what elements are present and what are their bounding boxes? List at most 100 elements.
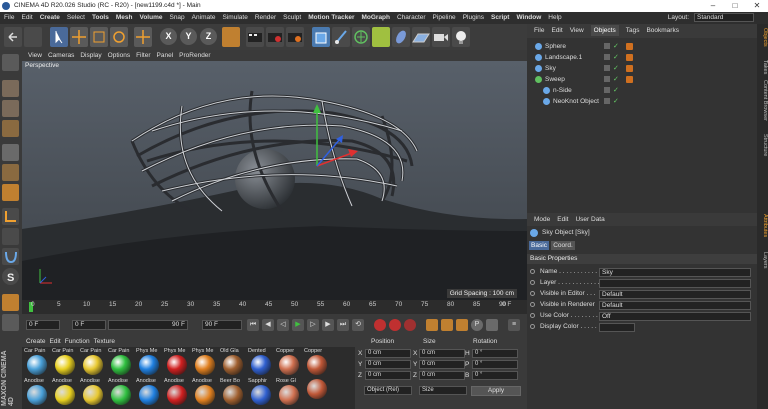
material-swatch[interactable]: Anodise bbox=[24, 378, 50, 406]
layer-swatch[interactable] bbox=[604, 43, 610, 49]
select-icon[interactable] bbox=[50, 27, 68, 47]
minimize-button[interactable]: – bbox=[702, 0, 724, 12]
go-to-end-icon[interactable]: ⏭ bbox=[337, 319, 349, 331]
points-mode-icon[interactable] bbox=[2, 144, 19, 161]
menu-snap[interactable]: Snap bbox=[169, 14, 184, 21]
side-tab-attributes[interactable]: Attributes bbox=[757, 214, 768, 237]
rotation-field[interactable]: 0 ° bbox=[472, 371, 518, 380]
layer-swatch[interactable] bbox=[604, 54, 610, 60]
object-row[interactable]: Sky ✓ bbox=[527, 63, 757, 74]
enabled-check-icon[interactable]: ✓ bbox=[613, 96, 619, 107]
menu-simulate[interactable]: Simulate bbox=[223, 14, 248, 21]
object-menu-tags[interactable]: Tags bbox=[626, 27, 640, 34]
timeline-ruler[interactable]: 0 F 0 5 10 15 20 25 30 35 40 45 50 55 60 65 70 75 80 85 90 bbox=[22, 300, 527, 314]
side-tab-content-browser[interactable]: Content Browser bbox=[757, 80, 768, 121]
size-mode-dropdown[interactable]: Size bbox=[419, 386, 467, 395]
menu-mesh[interactable]: Mesh bbox=[116, 14, 133, 21]
texture-mode-icon[interactable] bbox=[2, 100, 19, 117]
attribute-menu-mode[interactable]: Mode bbox=[534, 216, 550, 223]
floor-icon[interactable] bbox=[412, 27, 430, 47]
cube-icon[interactable] bbox=[312, 27, 330, 47]
scale-key-icon[interactable] bbox=[441, 319, 453, 331]
position-field[interactable]: 0 cm bbox=[365, 360, 411, 369]
preview-end-field[interactable]: 90 F bbox=[108, 320, 188, 330]
layout-selector[interactable]: Layout: Standard bbox=[668, 13, 754, 23]
menu-help[interactable]: Help bbox=[548, 14, 561, 21]
position-field[interactable]: 0 cm bbox=[365, 371, 411, 380]
apply-button[interactable]: Apply bbox=[471, 386, 521, 396]
object-menu-file[interactable]: File bbox=[534, 27, 544, 34]
side-tab-objects[interactable]: Objects bbox=[757, 28, 768, 47]
layer-swatch[interactable] bbox=[604, 98, 610, 104]
animate-toggle-icon[interactable] bbox=[530, 302, 535, 307]
object-row[interactable]: Sphere ✓ bbox=[527, 41, 757, 52]
workplane-lock-icon[interactable] bbox=[2, 294, 19, 311]
material-swatch[interactable]: Phys Me bbox=[164, 348, 190, 376]
solo-icon[interactable]: S bbox=[2, 268, 19, 285]
camera-icon[interactable] bbox=[432, 27, 450, 47]
workplane-icon[interactable] bbox=[2, 120, 19, 137]
current-frame-field[interactable]: 0 F bbox=[72, 320, 106, 330]
size-field[interactable]: 0 cm bbox=[419, 349, 465, 358]
record-keys-icon[interactable] bbox=[374, 319, 386, 331]
tag-icon[interactable] bbox=[626, 54, 633, 61]
polygons-mode-icon[interactable] bbox=[2, 184, 19, 201]
material-menu-create[interactable]: Create bbox=[26, 338, 46, 345]
tag-icon[interactable] bbox=[626, 43, 633, 50]
animate-toggle-icon[interactable] bbox=[530, 324, 535, 329]
move-icon[interactable] bbox=[70, 27, 88, 47]
last-tool-icon[interactable] bbox=[134, 27, 152, 47]
material-swatch[interactable]: Car Pain bbox=[80, 348, 106, 376]
position-field[interactable]: 0 cm bbox=[365, 349, 411, 358]
menu-pipeline[interactable]: Pipeline bbox=[433, 14, 456, 21]
previous-frame-icon[interactable]: ◁ bbox=[277, 319, 289, 331]
material-swatch[interactable]: Phys Me bbox=[136, 348, 162, 376]
subdivision-icon[interactable] bbox=[352, 27, 370, 47]
tab-basic[interactable]: Basic bbox=[529, 241, 549, 250]
model-mode-icon[interactable] bbox=[2, 80, 19, 97]
render-picture-viewer-icon[interactable] bbox=[266, 27, 284, 47]
menu-volume[interactable]: Volume bbox=[139, 14, 162, 21]
next-key-icon[interactable]: ▶ bbox=[322, 319, 334, 331]
menu-script[interactable]: Script bbox=[491, 14, 509, 21]
y-axis-lock-icon[interactable]: Y bbox=[180, 28, 197, 45]
viewport[interactable]: Perspective Grid Spacing : 100 cm bbox=[22, 61, 527, 300]
position-key-icon[interactable] bbox=[426, 319, 438, 331]
play-icon[interactable]: ▶ bbox=[292, 319, 304, 331]
tag-icon[interactable] bbox=[626, 76, 633, 83]
object-row[interactable]: n-Side ✓ bbox=[527, 85, 757, 96]
attribute-value-field[interactable] bbox=[599, 279, 751, 288]
material-swatch[interactable]: Copper bbox=[304, 348, 330, 376]
object-menu-bookmarks[interactable]: Bookmarks bbox=[646, 27, 679, 34]
coord-mode-dropdown[interactable]: Object (Rel) bbox=[364, 386, 412, 395]
object-row[interactable]: Sweep ✓ bbox=[527, 74, 757, 85]
animate-toggle-icon[interactable] bbox=[530, 313, 535, 318]
parameter-key-icon[interactable]: P bbox=[471, 319, 483, 331]
material-swatch[interactable] bbox=[304, 378, 330, 406]
object-menu-view[interactable]: View bbox=[570, 27, 584, 34]
render-view-icon[interactable] bbox=[246, 27, 264, 47]
animate-toggle-icon[interactable] bbox=[530, 280, 535, 285]
menu-plugins[interactable]: Plugins bbox=[463, 14, 484, 21]
array-icon[interactable] bbox=[372, 27, 390, 47]
layout-dropdown[interactable]: Standard bbox=[694, 13, 754, 22]
material-menu-edit[interactable]: Edit bbox=[50, 338, 61, 345]
attribute-value-field[interactable] bbox=[599, 323, 635, 332]
loop-icon[interactable]: ⟲ bbox=[352, 319, 364, 331]
rotate-icon[interactable] bbox=[110, 27, 128, 47]
material-swatch[interactable]: Anodise bbox=[80, 378, 106, 406]
next-frame-icon[interactable]: ▷ bbox=[307, 319, 319, 331]
enabled-check-icon[interactable]: ✓ bbox=[613, 41, 619, 52]
menu-window[interactable]: Window bbox=[516, 14, 541, 21]
viewport-menu-filter[interactable]: Filter bbox=[136, 52, 150, 59]
layer-swatch[interactable] bbox=[604, 65, 610, 71]
redo-icon[interactable] bbox=[24, 27, 42, 47]
animate-toggle-icon[interactable] bbox=[530, 269, 535, 274]
timeline-menu-icon[interactable]: ≡ bbox=[508, 319, 520, 331]
material-swatch[interactable]: Car Pain bbox=[108, 348, 134, 376]
x-axis-lock-icon[interactable]: X bbox=[160, 28, 177, 45]
material-swatch[interactable]: Car Pain bbox=[52, 348, 78, 376]
attribute-menu-edit[interactable]: Edit bbox=[557, 216, 568, 223]
viewport-menu-cameras[interactable]: Cameras bbox=[48, 52, 74, 59]
menu-select[interactable]: Select bbox=[67, 14, 85, 21]
